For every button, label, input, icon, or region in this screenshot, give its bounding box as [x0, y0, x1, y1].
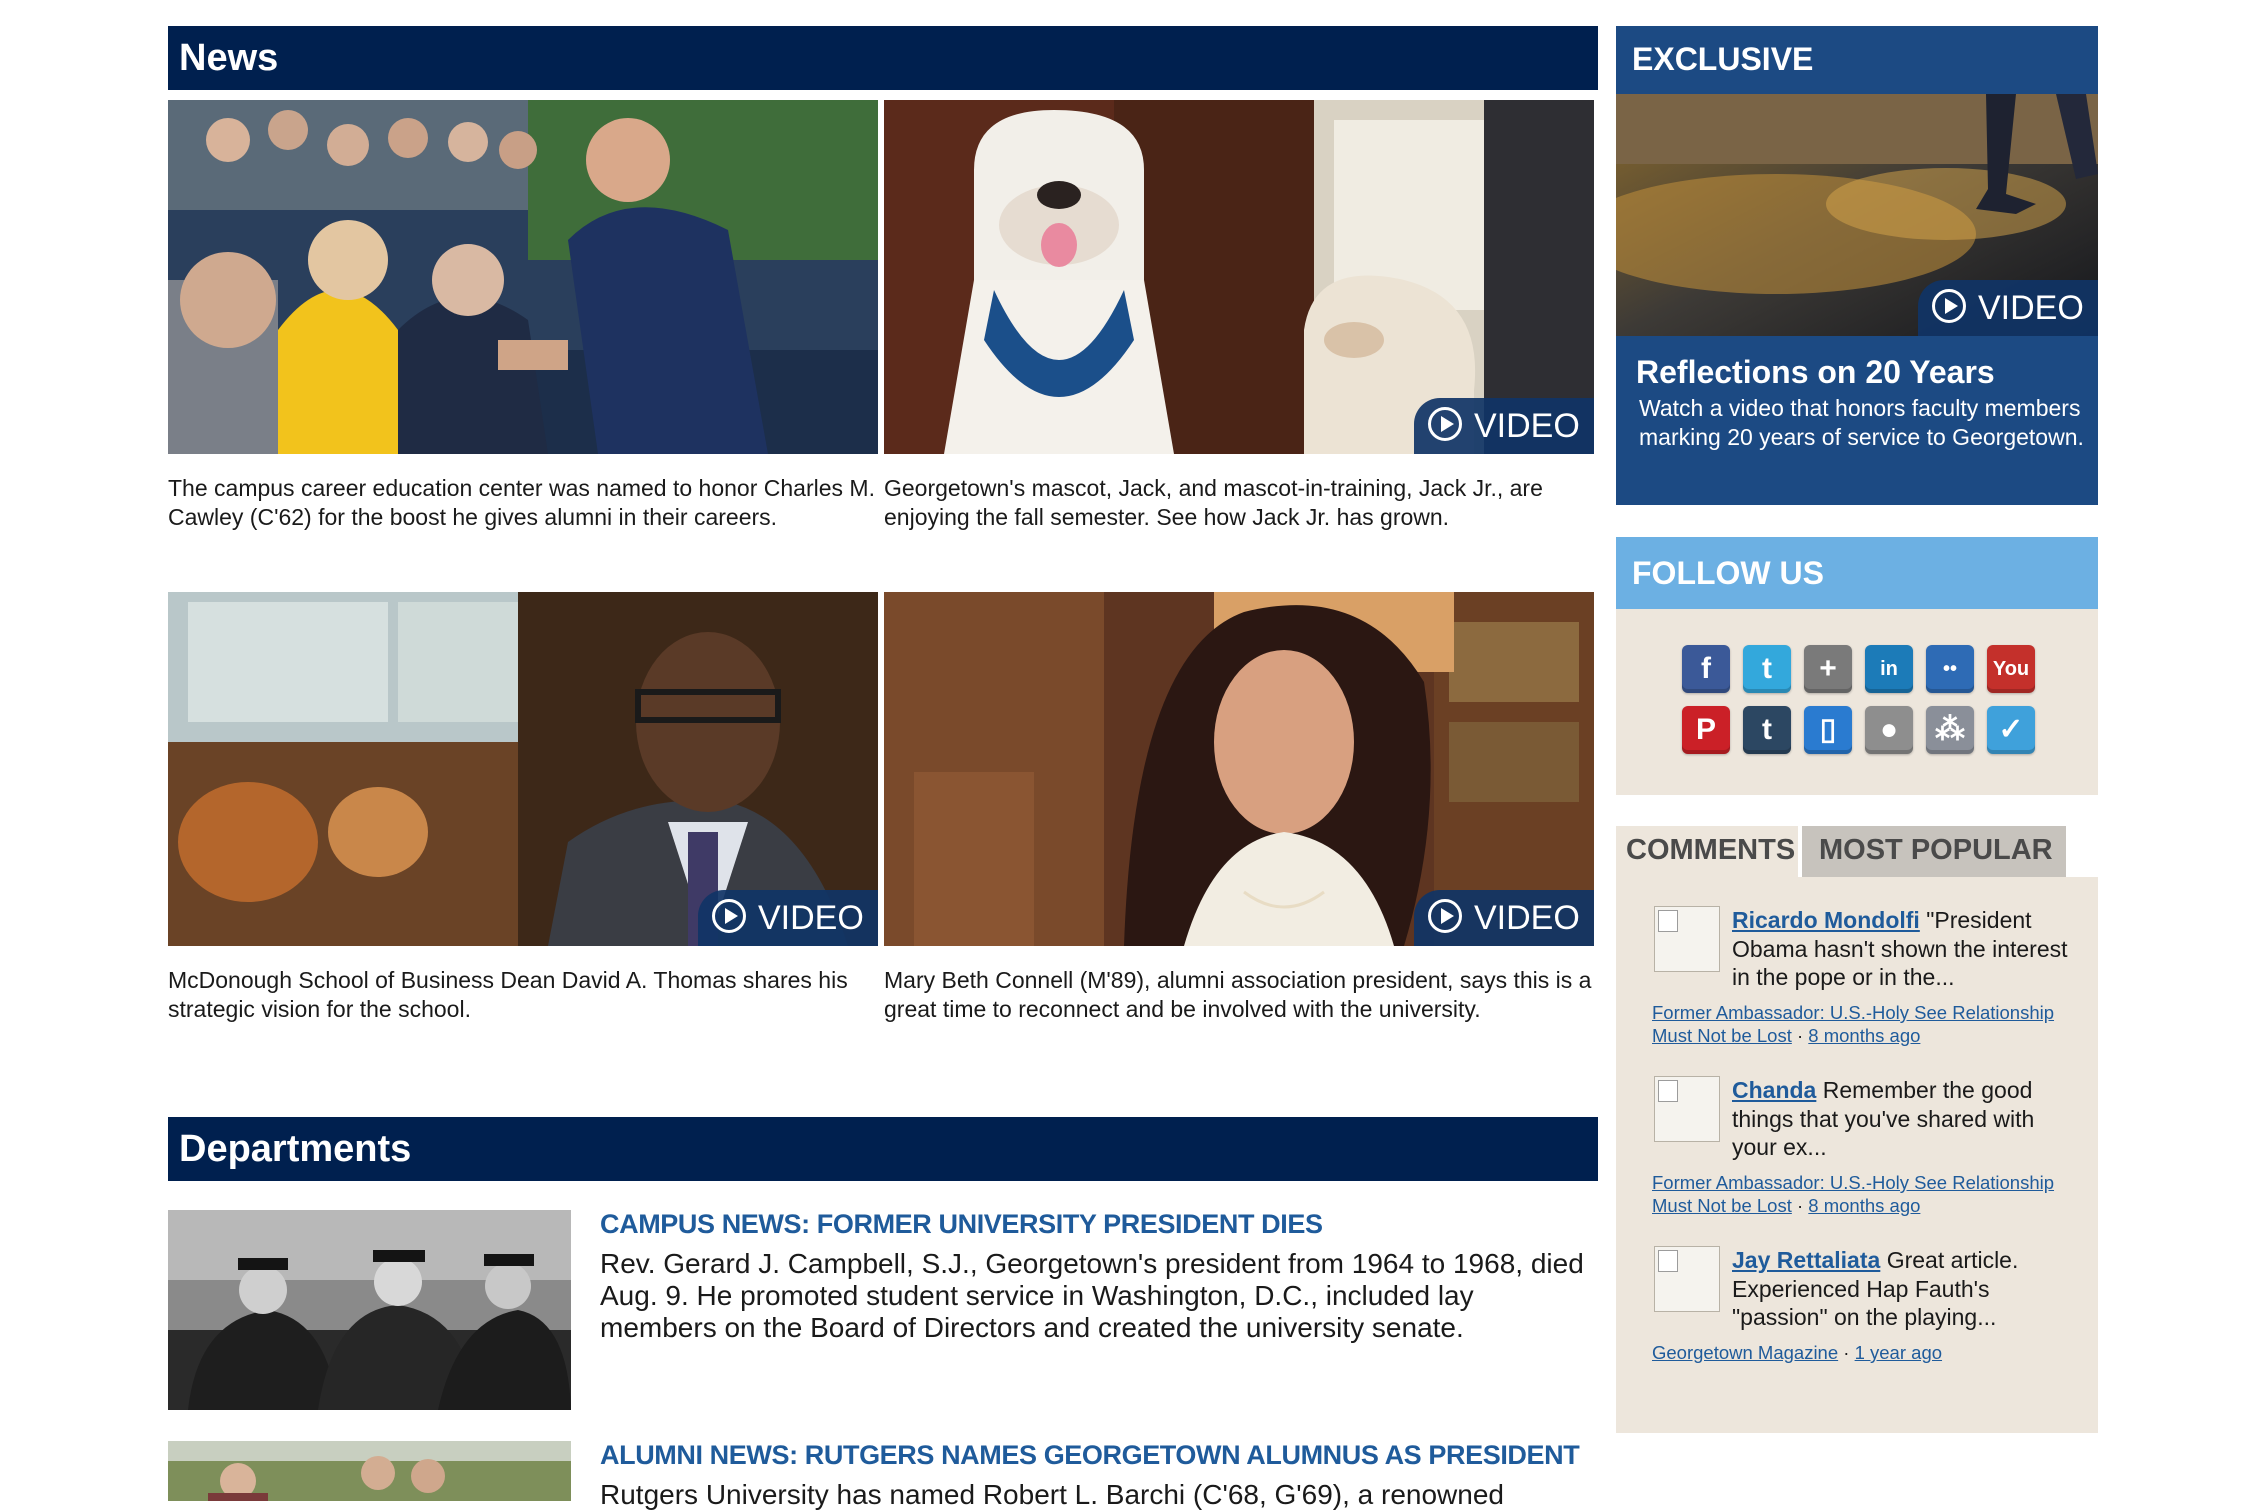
apple-icon[interactable]: ●	[1865, 706, 1913, 754]
comment-author-link[interactable]: Chanda	[1732, 1077, 1816, 1103]
commenter-avatar[interactable]	[1654, 906, 1720, 972]
separator: ·	[1791, 1024, 1809, 1046]
comment-meta: Georgetown Magazine · 1 year ago	[1652, 1342, 2097, 1365]
article-line: Must Not be Lost	[1652, 1194, 1792, 1216]
comment-time-link[interactable]: 8 months ago	[1808, 1025, 1920, 1046]
comment-author-link[interactable]: Ricardo Mondolfi	[1732, 907, 1920, 933]
video-badge-label: VIDEO	[1474, 899, 1580, 937]
twitter-icon[interactable]: t	[1743, 645, 1791, 693]
google-plus-icon[interactable]: +	[1804, 645, 1852, 693]
news-caption: McDonough School of Business Dean David …	[168, 967, 848, 1022]
youtube-icon[interactable]: You	[1987, 645, 2035, 693]
comment-text: Jay Rettaliata Great article. Experience…	[1732, 1246, 2082, 1332]
exclusive-title[interactable]: Reflections on 20 Years	[1636, 352, 1995, 392]
play-icon	[712, 899, 746, 933]
dept-article-title[interactable]: CAMPUS NEWS: FORMER UNIVERSITY PRESIDENT…	[600, 1207, 1323, 1241]
comment-time-link[interactable]: 1 year ago	[1855, 1342, 1942, 1363]
comment-text: Ricardo Mondolfi "President Obama hasn't…	[1732, 906, 2082, 992]
news-caption: The campus career education center was n…	[168, 475, 875, 530]
comment-article-link[interactable]: Georgetown Magazine	[1652, 1342, 1838, 1363]
play-icon	[1428, 899, 1462, 933]
dept-article-summary: Rev. Gerard J. Campbell, S.J., Georgetow…	[600, 1248, 1584, 1343]
comment-author-link[interactable]: Jay Rettaliata	[1732, 1247, 1880, 1273]
video-badge[interactable]: VIDEO	[1918, 280, 2098, 336]
comment-meta: Former Ambassador: U.S.-Holy See Relatio…	[1652, 1002, 2097, 1047]
article-line: Former Ambassador: U.S.-Holy See Relatio…	[1652, 1002, 2055, 1023]
linkedin-icon[interactable]: in	[1865, 645, 1913, 693]
mobile-icon[interactable]: ▯	[1804, 706, 1852, 754]
news-photo-dean-thomas[interactable]: VIDEO	[168, 592, 878, 946]
separator: ·	[1838, 1342, 1855, 1363]
video-badge-label: VIDEO	[1978, 289, 2084, 327]
exclusive-photo[interactable]: VIDEO	[1616, 94, 2098, 336]
tab-comments[interactable]: COMMENTS	[1616, 826, 1798, 877]
separator: ·	[1791, 1194, 1809, 1216]
facebook-icon[interactable]: f	[1682, 645, 1730, 693]
article-line: Former Ambassador: U.S.-Holy See Relatio…	[1652, 1172, 2055, 1193]
news-photo-connell[interactable]: VIDEO	[884, 592, 1594, 946]
play-icon	[1428, 407, 1462, 441]
comment-meta: Former Ambassador: U.S.-Holy See Relatio…	[1652, 1172, 2097, 1217]
video-badge[interactable]: VIDEO	[1414, 398, 1594, 454]
exclusive-heading: EXCLUSIVE	[1632, 41, 1814, 77]
tab-most-popular[interactable]: MOST POPULAR	[1802, 826, 2066, 877]
video-badge[interactable]: VIDEO	[1414, 890, 1594, 946]
play-icon	[1932, 289, 1966, 323]
follow-us-panel: FOLLOW US f t + in •• You Pt ▯ ● ⁂ ✓	[1616, 537, 2098, 795]
foursquare-icon[interactable]: ✓	[1987, 706, 2035, 754]
video-badge-label: VIDEO	[758, 899, 864, 937]
news-caption: Georgetown's mascot, Jack, and mascot-in…	[884, 475, 1543, 530]
article-line: Must Not be Lost	[1652, 1024, 1792, 1046]
video-badge-label: VIDEO	[1474, 407, 1580, 445]
social-icons-grid: f t + in •• You Pt ▯ ● ⁂ ✓	[1616, 537, 2098, 795]
exclusive-description: Watch a video that honors faculty member…	[1639, 395, 2084, 450]
pinterest-icon[interactable]: P	[1682, 706, 1730, 754]
tumblr-icon[interactable]: t	[1743, 706, 1791, 754]
comment-time-link[interactable]: 8 months ago	[1808, 1195, 1920, 1216]
news-heading: News	[168, 26, 1598, 90]
video-badge[interactable]: VIDEO	[698, 890, 878, 946]
departments-heading: Departments	[168, 1117, 1598, 1181]
exclusive-panel[interactable]: EXCLUSIVE VIDEO Reflections on 20 Years …	[1616, 26, 2098, 505]
news-caption: Mary Beth Connell (M'89), alumni associa…	[884, 967, 1592, 1022]
dept-article-summary: Rutgers University has named Robert L. B…	[600, 1479, 1504, 1510]
dept-photo-campbell[interactable]	[168, 1210, 571, 1410]
commenter-avatar[interactable]	[1654, 1076, 1720, 1142]
comment-text: Chanda Remember the good things that you…	[1732, 1076, 2082, 1162]
dept-photo-barchi[interactable]	[168, 1441, 571, 1501]
news-photo-jack[interactable]: VIDEO	[884, 100, 1594, 454]
news-photo-cawley[interactable]	[168, 100, 878, 454]
flickr-icon[interactable]: ••	[1926, 645, 1974, 693]
app-grid-icon[interactable]: ⁂	[1926, 706, 1974, 754]
commenter-avatar[interactable]	[1654, 1246, 1720, 1312]
dept-article-title[interactable]: ALUMNI NEWS: RUTGERS NAMES GEORGETOWN AL…	[600, 1438, 1580, 1472]
